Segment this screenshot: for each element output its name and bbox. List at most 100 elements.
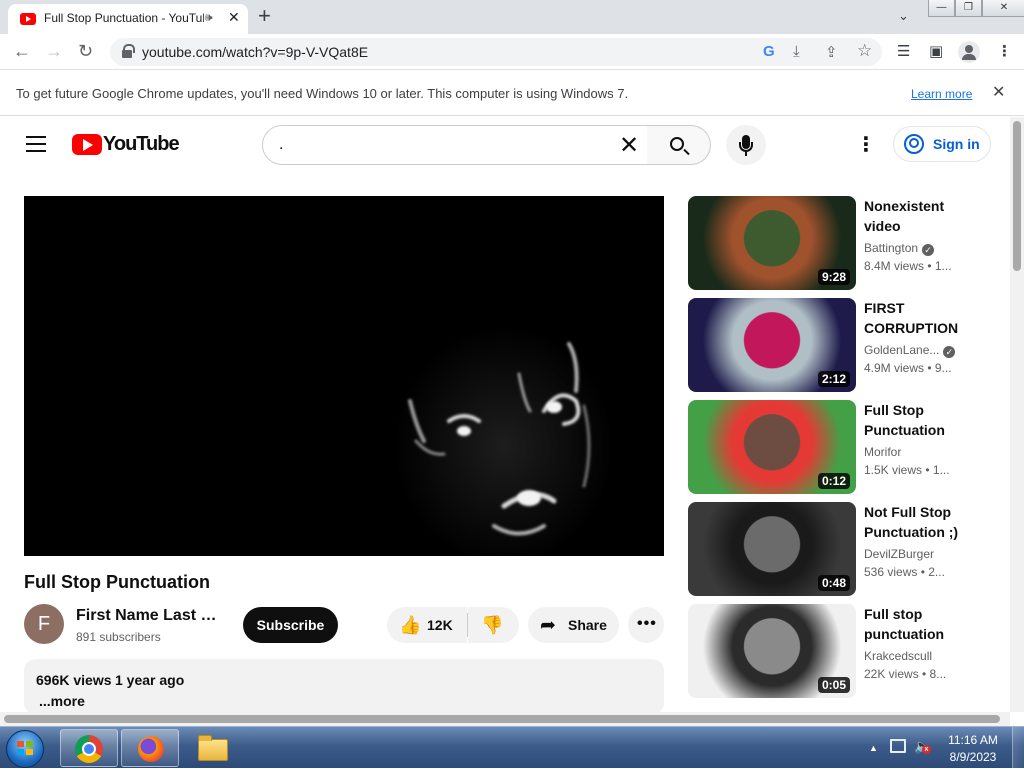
video-thumbnail[interactable]: 2:12 [688, 298, 856, 392]
network-icon[interactable] [890, 739, 906, 753]
settings-menu-icon[interactable]: ⋮ [856, 132, 876, 157]
description-box[interactable]: 696K views 1 year ago ...more [24, 659, 664, 715]
clock-date[interactable]: 8/9/2023 [940, 750, 1006, 764]
share-page-icon[interactable]: ⇪ [825, 43, 838, 61]
channel-name[interactable]: First Name Last N... [76, 607, 221, 625]
tab-close-icon[interactable]: ✕ [228, 9, 240, 26]
show-hidden-icons-icon[interactable]: ▲ [869, 743, 878, 753]
media-controls-icon[interactable]: ☰ [897, 42, 910, 60]
recommended-channel-name[interactable]: Morifor [864, 445, 901, 459]
video-thumbnail[interactable]: 0:12 [688, 400, 856, 494]
video-title: Full Stop Punctuation [24, 572, 210, 592]
sign-in-label: Sign in [933, 136, 980, 152]
youtube-logo-text[interactable]: YouTube [103, 133, 180, 156]
taskbar-firefox-button[interactable] [121, 729, 179, 767]
dislike-button[interactable]: 👎 [468, 607, 519, 643]
horizontal-scrollbar[interactable] [0, 712, 1010, 726]
scrollbar-thumb[interactable] [1013, 121, 1021, 271]
recommended-channel[interactable]: DevilZBurger [864, 547, 974, 561]
recommended-video[interactable]: 0:05 Full stop punctuation Krakcedscull 22K… [688, 604, 998, 698]
recommended-video[interactable]: 2:12 FIRST CORRUPTION ... GoldenLane... ✓ 4.… [688, 298, 998, 392]
recommended-video[interactable]: 9:28 Nonexistent video Battington ✓ 8.4M vie… [688, 196, 998, 290]
recommended-title[interactable]: FIRST CORRUPTION ... [864, 298, 972, 338]
update-infobar: To get future Google Chrome updates, you… [0, 71, 1024, 116]
profile-avatar-icon[interactable] [958, 41, 980, 63]
volume-muted-badge: x [922, 745, 931, 754]
recommended-title[interactable]: Full Stop Punctuation [864, 400, 972, 440]
address-url[interactable]: youtube.com/watch?v=9p-V-VQat8E [142, 44, 368, 60]
recommended-title[interactable]: Not Full Stop Punctuation ;) [864, 502, 972, 542]
recommended-channel[interactable]: Morifor [864, 445, 974, 459]
video-duration: 0:48 [817, 575, 850, 591]
youtube-logo-icon[interactable] [72, 134, 102, 155]
tab-search-chevron-icon[interactable]: ⌄ [898, 8, 909, 24]
video-player[interactable] [24, 196, 664, 556]
show-desktop-button[interactable] [1012, 727, 1024, 769]
recommended-channel[interactable]: Krakcedscull [864, 649, 974, 663]
upload-date: 1 year ago [115, 672, 185, 688]
minimize-button[interactable]: — [928, 0, 955, 17]
tab-audio-icon[interactable]: 🕪 [205, 10, 213, 25]
youtube-favicon-icon [20, 13, 36, 25]
voice-search-button[interactable] [726, 125, 766, 165]
start-button[interactable] [6, 730, 44, 768]
share-button[interactable]: ➦ Share [528, 607, 619, 643]
infobar-message: To get future Google Chrome updates, you… [16, 86, 629, 101]
search-query[interactable]: . [279, 136, 283, 154]
like-button[interactable]: 👍 12K [387, 607, 467, 643]
back-button[interactable]: ← [13, 41, 31, 62]
recommended-title[interactable]: Nonexistent video [864, 196, 972, 236]
recommended-channel-name[interactable]: Battington [864, 241, 918, 255]
recommended-channel-name[interactable]: DevilZBurger [864, 547, 934, 561]
search-icon [670, 137, 684, 151]
video-thumbnail[interactable]: 9:28 [688, 196, 856, 290]
recommended-channel-name[interactable]: Krakcedscull [864, 649, 932, 663]
browser-menu-icon[interactable]: ⋮ [997, 42, 1012, 60]
learn-more-link[interactable]: Learn more [911, 87, 972, 101]
side-panel-icon[interactable]: ▣ [929, 42, 943, 60]
scrollbar-thumb[interactable] [4, 715, 1000, 723]
browser-tab[interactable]: Full Stop Punctuation - YouTube 🕪 ✕ [8, 4, 248, 34]
recommended-channel[interactable]: Battington ✓ [864, 241, 974, 256]
search-input[interactable]: . ✕ [262, 125, 648, 165]
lock-icon[interactable] [122, 44, 135, 58]
video-duration: 0:05 [817, 677, 850, 693]
youtube-masthead: YouTube . ✕ ⋮ Sign in [0, 117, 1010, 173]
new-tab-button[interactable]: + [258, 3, 271, 29]
google-lens-icon[interactable]: G [763, 43, 775, 60]
recommended-video[interactable]: 0:48 Not Full Stop Punctuation ;) DevilZBu… [688, 502, 998, 596]
hamburger-menu-icon[interactable] [26, 136, 46, 152]
video-duration: 9:28 [817, 269, 850, 285]
install-app-icon[interactable]: ⤓ [793, 43, 800, 60]
forward-button[interactable]: → [45, 41, 63, 62]
recommended-channel[interactable]: GoldenLane... ✓ [864, 343, 974, 358]
taskbar-explorer-button[interactable] [182, 729, 240, 767]
chrome-icon [75, 735, 103, 763]
address-bar[interactable]: youtube.com/watch?v=9p-V-VQat8E G ⤓ ⇪ ☆ [110, 38, 882, 66]
video-thumbnail[interactable]: 0:48 [688, 502, 856, 596]
search-button[interactable] [647, 125, 711, 165]
recommended-video[interactable]: 0:12 Full Stop Punctuation Morifor 1.5K vie… [688, 400, 998, 494]
video-thumbnail[interactable]: 0:05 [688, 604, 856, 698]
infobar-close-icon[interactable]: ✕ [992, 82, 1005, 102]
clock-time[interactable]: 11:16 AM [940, 733, 1006, 747]
window-close-button[interactable]: ✕ [982, 0, 1024, 17]
restore-button[interactable]: ❐ [955, 0, 982, 17]
bookmark-star-icon[interactable]: ☆ [857, 41, 872, 61]
video-duration: 2:12 [817, 371, 850, 387]
recommended-channel-name[interactable]: GoldenLane... [864, 343, 939, 357]
reload-button[interactable]: ↻ [78, 41, 93, 62]
more-actions-button[interactable]: ••• [628, 607, 664, 643]
channel-avatar[interactable]: F [24, 604, 64, 644]
recommended-title[interactable]: Full stop punctuation [864, 604, 972, 644]
video-frame [24, 196, 664, 556]
subscriber-count: 891 subscribers [76, 630, 161, 644]
taskbar-chrome-button[interactable] [60, 729, 118, 767]
share-label: Share [568, 617, 607, 633]
subscribe-button[interactable]: Subscribe [243, 607, 338, 643]
vertical-scrollbar[interactable] [1010, 117, 1024, 712]
recommended-meta: 1.5K views • 1... [864, 463, 950, 477]
clear-search-icon[interactable]: ✕ [619, 131, 639, 160]
sign-in-button[interactable]: Sign in [893, 126, 991, 162]
show-more-link[interactable]: ...more [39, 693, 85, 709]
